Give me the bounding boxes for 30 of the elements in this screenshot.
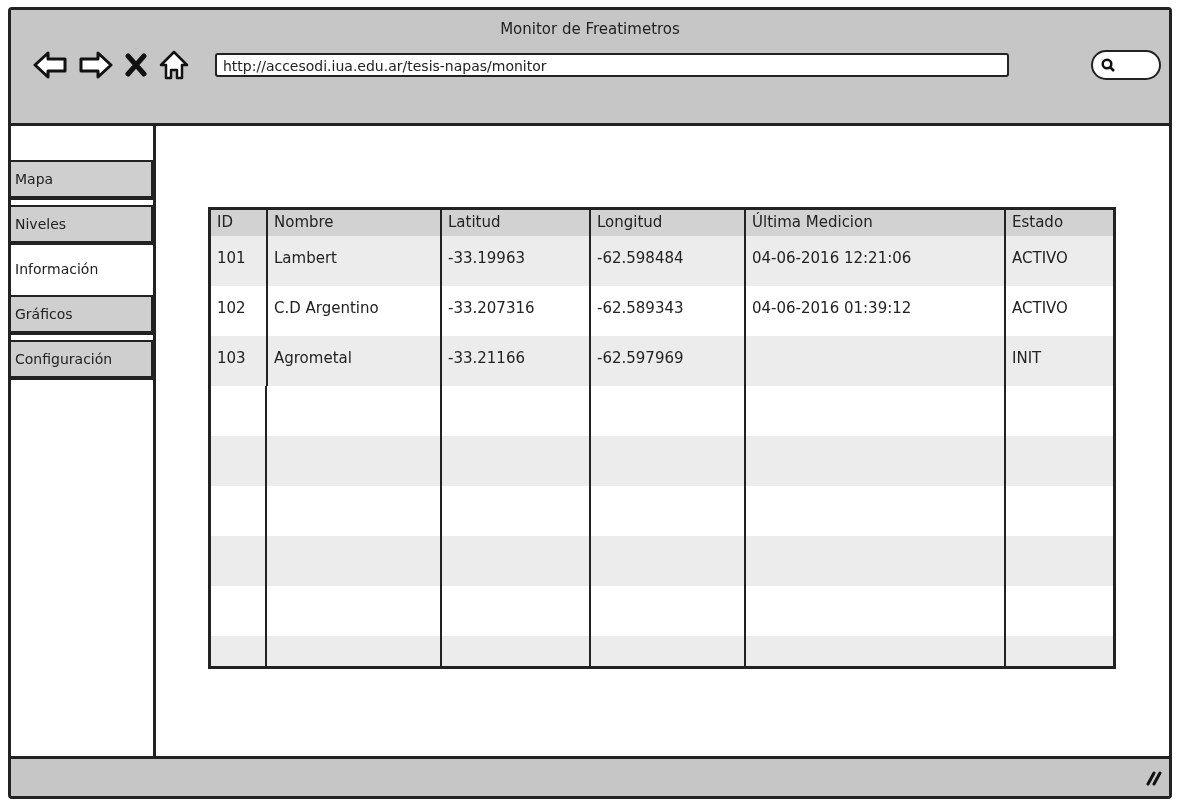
column-header: Última Medicion <box>744 210 1004 236</box>
address-field[interactable]: http://accesodi.iua.edu.ar/tesis-napas/monitor <box>215 53 1009 77</box>
home-icon[interactable] <box>159 50 189 80</box>
forward-icon[interactable] <box>79 51 113 79</box>
table-cell: -62.598484 <box>589 236 744 286</box>
table-cell: ACTIVO <box>1004 236 1113 286</box>
table-cell: INIT <box>1004 336 1113 386</box>
column-header: Longitud <box>589 210 744 236</box>
table-cell: 04-06-2016 12:21:06 <box>744 236 1004 286</box>
table-cell: 101 <box>211 236 266 286</box>
column-header: Nombre <box>266 210 440 236</box>
sidebar-tab[interactable]: Configuración <box>11 340 153 380</box>
back-icon[interactable] <box>33 51 67 79</box>
close-icon[interactable] <box>125 53 147 77</box>
table-cell: Lambert <box>266 236 440 286</box>
search-field[interactable] <box>1091 50 1161 80</box>
column-header: Estado <box>1004 210 1113 236</box>
table-cell: 103 <box>211 336 266 386</box>
table-cell: Agrometal <box>266 336 440 386</box>
window-title: Monitor de Freatimetros <box>500 19 680 36</box>
sidebar-tab[interactable]: Niveles <box>11 205 153 245</box>
table-cell: -33.19963 <box>440 236 589 286</box>
table-cell: -62.597969 <box>589 336 744 386</box>
sidebar-tab[interactable]: Gráficos <box>11 295 153 335</box>
sidebar-tab[interactable]: Mapa <box>11 160 153 200</box>
resize-grip-icon[interactable] <box>1145 769 1163 786</box>
column-header: ID <box>211 210 266 236</box>
table-cell: -33.21166 <box>440 336 589 386</box>
column-header: Latitud <box>440 210 589 236</box>
search-icon <box>1101 58 1115 72</box>
